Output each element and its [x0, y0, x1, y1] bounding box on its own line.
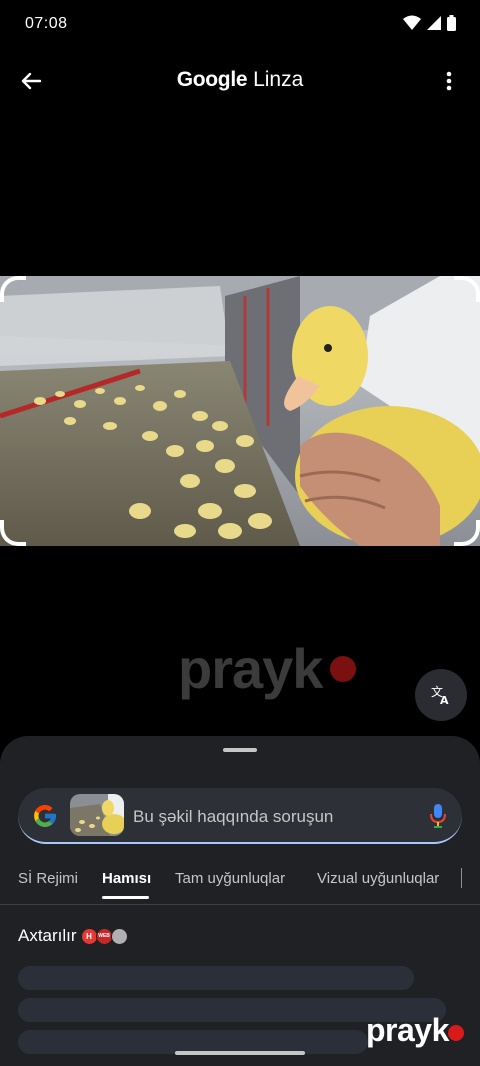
tab-ai-mode[interactable]: Sİ Rejimi [18, 870, 78, 887]
source-badges: H WEB [80, 927, 128, 945]
google-logo-icon [34, 805, 56, 827]
signal-icon [427, 16, 441, 30]
tab-all[interactable]: Hamısı [102, 870, 151, 887]
active-tab-indicator [102, 896, 149, 899]
more-options-button[interactable] [432, 64, 466, 98]
photo-illustration [0, 276, 480, 546]
source-badge [110, 927, 128, 945]
drag-handle[interactable] [223, 748, 257, 752]
status-time: 07:08 [25, 15, 68, 32]
watermark-dot-small [448, 1025, 464, 1041]
status-icons [403, 15, 456, 31]
image-thumbnail[interactable] [70, 794, 124, 836]
tabs-divider [0, 904, 480, 905]
searching-status: Axtarılır H WEB [18, 926, 128, 946]
tabs-scroll-divider [461, 868, 462, 888]
loading-placeholder [18, 966, 414, 990]
watermark-logo: prayk [178, 637, 323, 700]
search-input[interactable]: Bu şəkil haqqında soruşun [133, 807, 333, 827]
selected-image[interactable] [0, 276, 480, 546]
watermark-logo-small: prayk [366, 1012, 449, 1048]
app-bar: Google Linza [0, 56, 480, 108]
translate-button[interactable]: 文 A [415, 669, 467, 721]
app-title: Google Linza [0, 68, 480, 92]
translate-icon: 文 A [431, 684, 449, 706]
title-brand: Google [176, 68, 248, 91]
wifi-icon [403, 15, 421, 30]
search-bar[interactable]: Bu şəkil haqqında soruşun [18, 788, 462, 844]
microphone-icon[interactable] [430, 804, 446, 828]
tab-visual-matches[interactable]: Vizual uyğunluqlar [317, 870, 439, 887]
watermark-dot [330, 656, 356, 682]
status-bar: 07:08 [0, 0, 480, 50]
svg-text:A: A [440, 694, 449, 706]
searching-label: Axtarılır [18, 926, 77, 945]
result-tabs: Sİ Rejimi Hamısı Tam uyğunluqlar Vizual … [0, 864, 480, 906]
more-vert-icon [446, 71, 452, 91]
tab-exact-matches[interactable]: Tam uyğunluqlar [175, 870, 285, 887]
home-indicator[interactable] [175, 1051, 305, 1055]
battery-icon [447, 15, 456, 31]
title-product: Linza [253, 68, 304, 91]
